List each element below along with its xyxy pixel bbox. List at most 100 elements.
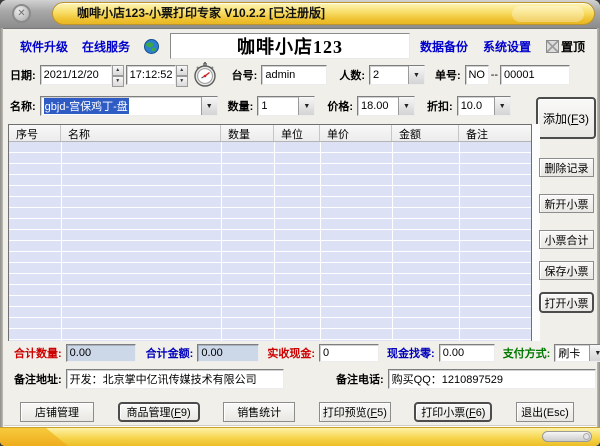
grid-line	[392, 142, 393, 341]
col-header-qty[interactable]: 数量	[221, 125, 274, 141]
open-ticket-button[interactable]: 打开小票	[539, 292, 594, 313]
cash-received-input[interactable]	[319, 344, 379, 362]
time-spinner[interactable]: ▲▼	[176, 65, 188, 85]
titlebar-pill: 咖啡小店123-小票打印专家 V10.2.2 [已注册版]	[52, 2, 595, 25]
order-header-row: 日期: 2021/12/20 ▲▼ 17:12:52 ▲▼ 台号: 人数: 2 …	[10, 64, 570, 86]
status-bar	[0, 427, 600, 446]
grid-line	[320, 142, 321, 341]
total-amount-label: 合计金额:	[146, 345, 194, 361]
col-header-remark[interactable]: 备注	[459, 125, 531, 141]
payment-method-label: 支付方式:	[503, 345, 551, 361]
online-service-link[interactable]: 在线服务	[82, 38, 130, 55]
people-select[interactable]: 2 ▼	[369, 65, 425, 85]
col-header-name[interactable]: 名称	[61, 125, 221, 141]
ticket-total-button[interactable]: 小票合计	[539, 230, 594, 249]
chevron-down-icon[interactable]: ▼	[408, 66, 424, 84]
table-no-label: 台号:	[232, 67, 258, 83]
total-qty-label: 合计数量:	[14, 345, 62, 361]
remark-phone-group: 备注电话:	[336, 369, 596, 389]
add-button[interactable]: 添加(F3)	[536, 97, 596, 139]
date-input[interactable]: 2021/12/20	[40, 65, 112, 85]
save-ticket-button[interactable]: 保存小票	[539, 261, 594, 280]
titlebar: ✕ 咖啡小店123-小票打印专家 V10.2.2 [已注册版]	[0, 0, 600, 29]
stopwatch-icon[interactable]	[192, 62, 218, 88]
item-entry-row: 名称: gbjd-宫保鸡丁-盘 ▼ 数量: 1 ▼ 价格: 18.00 ▼ 折扣…	[10, 95, 511, 117]
discount-select[interactable]: 10.0 ▼	[457, 96, 511, 116]
titlebar-shine	[512, 6, 584, 22]
add-label: 添加(F3)	[543, 110, 589, 127]
col-header-amount[interactable]: 金额	[392, 125, 459, 141]
chevron-down-icon[interactable]: ▼	[589, 345, 600, 361]
print-preview-button[interactable]: 打印预览(F5)	[319, 402, 391, 422]
print-preview-label: 打印预览(F5)	[323, 404, 387, 420]
grid-body	[9, 142, 531, 341]
table-no-input[interactable]	[261, 65, 327, 85]
exit-button[interactable]: 退出(Esc)	[516, 402, 574, 422]
remark-address-group: 备注地址:	[14, 369, 284, 389]
change-input[interactable]	[439, 344, 495, 362]
window-border-left	[0, 28, 3, 428]
payment-select[interactable]: 刷卡 ▼	[554, 344, 600, 362]
sales-stats-button[interactable]: 销售统计	[223, 402, 295, 422]
summary-row: 合计数量: 0.00 合计金额: 0.00 实收现金: 现金找零: 支付方式: …	[14, 343, 600, 363]
selected-text: gbjd-宫保鸡丁-盘	[44, 98, 129, 114]
menu-right: 数据备份 系统设置 置顶	[420, 38, 585, 55]
delete-record-button[interactable]: 删除记录	[539, 158, 594, 177]
grid-header: 序号 名称 数量 单位 单价 金额 备注	[9, 125, 531, 142]
price-label: 价格:	[327, 98, 353, 114]
new-ticket-button[interactable]: 新开小票	[539, 194, 594, 213]
price-select[interactable]: 18.00 ▼	[357, 96, 415, 116]
pin-label: 置顶	[561, 38, 585, 55]
people-label: 人数:	[339, 67, 365, 83]
print-ticket-label: 打印小票(F6)	[421, 404, 485, 420]
product-management-button[interactable]: 商品管理(F9)	[118, 402, 200, 422]
print-ticket-button[interactable]: 打印小票(F6)	[414, 402, 492, 422]
data-backup-link[interactable]: 数据备份	[420, 38, 468, 55]
chevron-down-icon[interactable]: ▼	[201, 97, 217, 115]
change-label: 现金找零:	[387, 345, 435, 361]
people-value: 2	[370, 66, 408, 84]
grid-line	[459, 142, 460, 341]
item-name-select[interactable]: gbjd-宫保鸡丁-盘 ▼	[40, 96, 218, 116]
globe-icon[interactable]	[144, 39, 159, 54]
item-name-value: gbjd-宫保鸡丁-盘	[41, 97, 201, 115]
date-spinner[interactable]: ▲▼	[112, 65, 124, 85]
remark-phone-input[interactable]	[388, 369, 596, 389]
remark-address-input[interactable]	[66, 369, 284, 389]
col-header-index[interactable]: 序号	[9, 125, 61, 141]
system-menu-button[interactable]: ✕	[12, 4, 31, 23]
col-header-unit[interactable]: 单位	[274, 125, 320, 141]
chevron-down-icon[interactable]: ▼	[298, 97, 314, 115]
grid-line	[61, 142, 62, 341]
status-wedge	[0, 428, 70, 446]
total-amount-field: 0.00	[197, 344, 259, 362]
qty-value: 1	[258, 97, 298, 115]
menu-left: 软件升级 在线服务	[20, 38, 159, 55]
resize-grip[interactable]	[542, 431, 592, 442]
chevron-down-icon[interactable]: ▼	[494, 97, 510, 115]
shop-name-box: 咖啡小店123	[170, 33, 410, 59]
software-upgrade-link[interactable]: 软件升级	[20, 38, 68, 55]
grid-line	[274, 142, 275, 341]
qty-select[interactable]: 1 ▼	[257, 96, 315, 116]
remarks-row: 备注地址: 备注电话:	[0, 369, 600, 391]
date-label: 日期:	[10, 67, 36, 83]
price-value: 18.00	[358, 97, 398, 115]
col-header-price[interactable]: 单价	[320, 125, 392, 141]
item-name-label: 名称:	[10, 98, 36, 114]
time-input[interactable]: 17:12:52	[126, 65, 176, 85]
chevron-down-icon[interactable]: ▼	[398, 97, 414, 115]
remark-address-label: 备注地址:	[14, 371, 62, 387]
bottom-button-bar: 店铺管理 商品管理(F9) 销售统计 打印预览(F5) 打印小票(F6) 退出(…	[20, 401, 574, 422]
order-no-input[interactable]	[500, 65, 570, 85]
items-grid: 序号 名称 数量 单位 单价 金额 备注	[8, 124, 532, 341]
pin-on-top-toggle[interactable]: 置顶	[546, 38, 585, 55]
remark-phone-label: 备注电话:	[336, 371, 384, 387]
grid-line	[221, 142, 222, 341]
shop-management-button[interactable]: 店铺管理	[20, 402, 94, 422]
product-management-label: 商品管理(F9)	[127, 404, 191, 420]
order-prefix-field[interactable]: NO	[465, 65, 489, 85]
discount-label: 折扣:	[427, 98, 453, 114]
system-settings-link[interactable]: 系统设置	[483, 38, 531, 55]
order-dash: --	[491, 69, 498, 81]
